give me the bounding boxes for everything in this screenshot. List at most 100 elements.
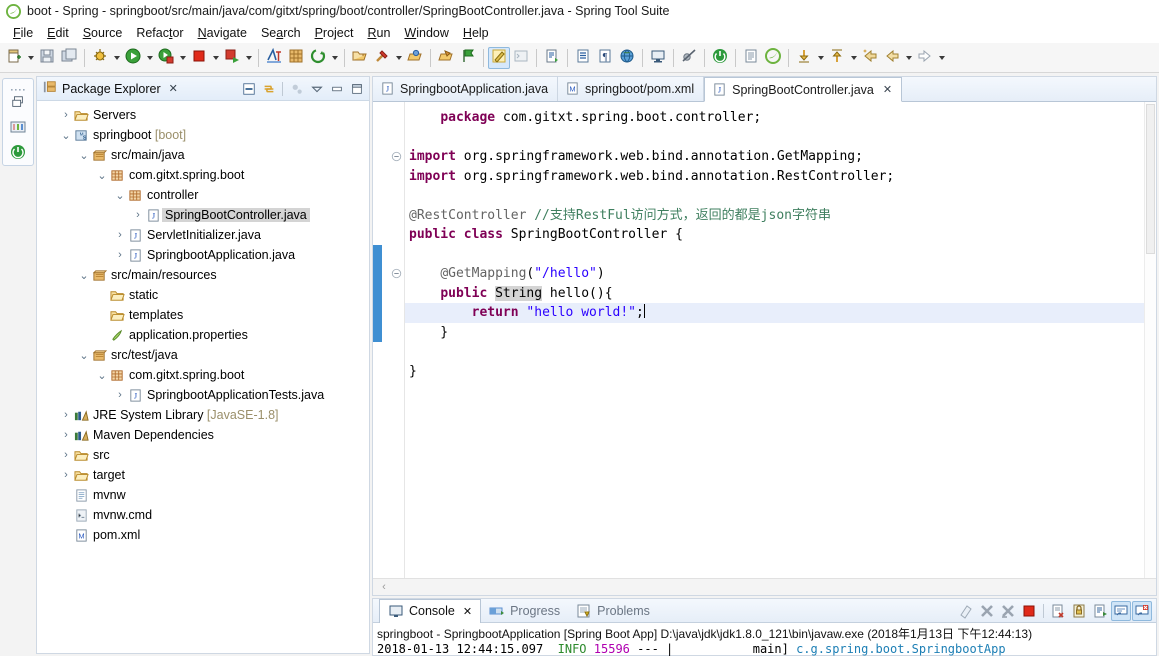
new-wizard-dropdown-arrow[interactable]	[25, 47, 36, 69]
menu-help[interactable]: Help	[456, 24, 496, 42]
build-button[interactable]	[371, 47, 393, 69]
refresh-button[interactable]	[307, 47, 329, 69]
tree-item[interactable]: ⌄ controller	[37, 185, 369, 205]
chevron-down-icon[interactable]: ⌄	[95, 169, 109, 182]
terminate-all-button[interactable]	[977, 601, 997, 621]
maximize-icon[interactable]	[347, 79, 366, 98]
forward-nav-button[interactable]	[881, 47, 903, 69]
collapse-all-icon[interactable]	[239, 79, 258, 98]
console-output[interactable]: springboot - SpringbootApplication [Spri…	[373, 623, 1156, 656]
editor-tab[interactable]: J SpringbootApplication.java	[373, 76, 559, 101]
tree-item[interactable]: ⌄ com.gitxt.spring.boot	[37, 165, 369, 185]
project-tree[interactable]: › Servers ⌄ M Sspringboot [boot] ⌄ src/main/ja…	[37, 101, 369, 653]
display-selected-console-button[interactable]	[1111, 600, 1131, 621]
tree-item[interactable]: ⌄ src/test/java	[37, 345, 369, 365]
tree-item[interactable]: › J SpringbootApplication.java	[37, 245, 369, 265]
run-dropdown-arrow[interactable]	[144, 47, 155, 69]
stop-dropdown-arrow[interactable]	[210, 47, 221, 69]
clear-console-button[interactable]	[956, 601, 976, 621]
menu-window[interactable]: Window	[397, 24, 455, 42]
menu-search[interactable]: Search	[254, 24, 308, 42]
save-all-button[interactable]	[58, 47, 80, 69]
boot-dashboard-run-dropdown-arrow[interactable]	[177, 47, 188, 69]
tree-item[interactable]: ⌄ com.gitxt.spring.boot	[37, 365, 369, 385]
menu-project[interactable]: Project	[308, 24, 361, 42]
debug-button[interactable]	[89, 47, 111, 69]
boot-dashboard-icon[interactable]	[7, 117, 29, 137]
save-button[interactable]	[36, 47, 58, 69]
chevron-down-icon[interactable]: ⌄	[59, 129, 73, 142]
back-history-button[interactable]	[859, 47, 881, 69]
tree-item[interactable]: › J SpringBootController.java	[37, 205, 369, 225]
tree-item[interactable]: ⌄ M Sspringboot [boot]	[37, 125, 369, 145]
run-button[interactable]	[122, 47, 144, 69]
new-xml-button[interactable]	[740, 47, 762, 69]
console-tab[interactable]: Progress	[481, 599, 568, 623]
open-console-button[interactable]	[647, 47, 669, 69]
spring-boot-icon-button[interactable]	[762, 47, 784, 69]
fold-collapse-icon[interactable]	[391, 151, 402, 162]
tree-item[interactable]: › target	[37, 465, 369, 485]
tree-item[interactable]: ⌄ src/main/resources	[37, 265, 369, 285]
source-code[interactable]: package com.gitxt.spring.boot.controller…	[405, 102, 1144, 578]
close-icon[interactable]: ✕	[169, 82, 178, 95]
new-wizard-button[interactable]	[3, 47, 25, 69]
chevron-right-icon[interactable]: ›	[131, 209, 145, 221]
menu-file[interactable]: File	[6, 24, 40, 42]
tree-item[interactable]: application.properties	[37, 325, 369, 345]
boot-dashboard-run-button[interactable]	[155, 47, 177, 69]
open-web-browser-button[interactable]	[616, 47, 638, 69]
tree-item[interactable]: ⌄ src/main/java	[37, 145, 369, 165]
forward-history-button[interactable]	[914, 47, 936, 69]
menu-refactor[interactable]: Refactor	[129, 24, 190, 42]
tree-item[interactable]: › J SpringbootApplicationTests.java	[37, 385, 369, 405]
stop-button[interactable]	[188, 47, 210, 69]
tree-item[interactable]: › src	[37, 445, 369, 465]
link-editor-icon[interactable]	[259, 79, 278, 98]
refresh-dropdown-arrow[interactable]	[329, 47, 340, 69]
fold-collapse-icon[interactable]	[391, 268, 402, 279]
forward-nav-dropdown-arrow[interactable]	[903, 47, 914, 69]
close-icon[interactable]: ✕	[883, 83, 892, 96]
last-edit-button[interactable]	[435, 47, 457, 69]
chevron-right-icon[interactable]: ›	[59, 449, 73, 461]
tree-item[interactable]: templates	[37, 305, 369, 325]
chevron-right-icon[interactable]: ›	[59, 109, 73, 121]
scroll-lock-button[interactable]	[1069, 601, 1089, 621]
chevron-right-icon[interactable]: ›	[59, 469, 73, 481]
chevron-down-icon[interactable]: ⌄	[113, 189, 127, 202]
editor-tab[interactable]: J SpringBootController.java ✕	[704, 77, 903, 102]
chevron-down-icon[interactable]: ⌄	[77, 269, 91, 282]
editor-gutter[interactable]	[373, 102, 405, 578]
chevron-right-icon[interactable]: ›	[113, 389, 127, 401]
remove-all-terminated-button[interactable]	[998, 601, 1018, 621]
tree-item[interactable]: › Maven Dependencies	[37, 425, 369, 445]
focus-task-icon[interactable]	[287, 79, 306, 98]
pin-console-button[interactable]	[1090, 601, 1110, 621]
tree-item[interactable]: › J ServletInitializer.java	[37, 225, 369, 245]
console-tab[interactable]: Problems	[568, 599, 658, 623]
chevron-down-icon[interactable]: ⌄	[77, 149, 91, 162]
previous-annotation-dropdown-arrow[interactable]	[848, 47, 859, 69]
toggle-breakpoints-button[interactable]	[678, 47, 700, 69]
open-type-button[interactable]	[263, 47, 285, 69]
tree-item[interactable]: › JRE System Library [JavaSE-1.8]	[37, 405, 369, 425]
chevron-left-icon[interactable]: ‹	[373, 581, 395, 593]
editor-vertical-scrollbar[interactable]	[1144, 102, 1156, 578]
tree-item[interactable]: mvnw.cmd	[37, 505, 369, 525]
chevron-right-icon[interactable]: ›	[59, 429, 73, 441]
paragraph-button[interactable]: ¶	[594, 47, 616, 69]
editor-horizontal-scrollbar[interactable]: ‹	[373, 578, 1156, 595]
next-annotation-dropdown-arrow[interactable]	[815, 47, 826, 69]
chevron-down-icon[interactable]: ⌄	[95, 369, 109, 382]
terminal-button[interactable]	[510, 47, 532, 69]
editor-tab[interactable]: Mspringboot/pom.xml	[558, 76, 705, 101]
next-annotation-button[interactable]	[793, 47, 815, 69]
close-icon[interactable]: ✕	[463, 605, 472, 618]
stop-button[interactable]	[1019, 601, 1039, 621]
console-tab[interactable]: Console ✕	[379, 598, 482, 623]
open-console-button[interactable]	[1132, 600, 1152, 621]
boot-dashboard-button[interactable]	[709, 47, 731, 69]
menu-source[interactable]: Source	[76, 24, 130, 42]
tree-item[interactable]: static	[37, 285, 369, 305]
